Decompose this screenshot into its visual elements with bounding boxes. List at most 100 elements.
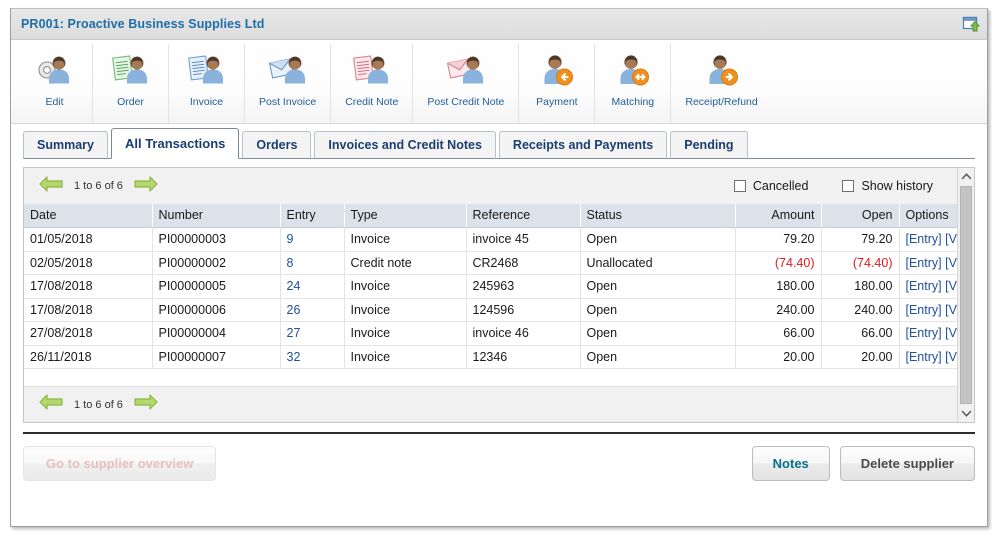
cell-reference: CR2468 [466,251,581,275]
cell-entry-link[interactable]: 27 [280,321,345,346]
go-to-supplier-overview-button[interactable]: Go to supplier overview [23,446,217,481]
page-title: PR001: Proactive Business Supplies Ltd [21,17,265,31]
arrow-right-icon[interactable] [133,393,159,416]
tab-label: All Transactions [124,136,226,151]
arrow-left-icon[interactable] [38,393,64,416]
cell-entry-link[interactable]: 9 [280,227,345,252]
toolbar-label: Post Credit Note [427,96,505,108]
vertical-scrollbar[interactable] [957,168,974,422]
scrollbar-thumb[interactable] [960,186,972,404]
toolbar-button-payment[interactable]: Payment [519,44,596,123]
table-row[interactable]: 27/08/2018 PI00000004 27 Invoice invoice… [24,321,957,346]
toolbar-button-order[interactable]: Order [93,44,169,123]
table-row[interactable]: 26/11/2018 PI00000007 32 Invoice 12346 O… [24,345,957,369]
checkbox-cancelled[interactable]: Cancelled [733,179,808,193]
table-row[interactable]: 01/05/2018 PI00000003 9 Invoice invoice … [24,227,957,252]
popout-window-icon[interactable] [961,15,980,33]
column-header-amount[interactable]: Amount [735,204,822,228]
checkbox-box[interactable] [842,180,855,192]
tab-pending[interactable]: Pending [670,131,748,159]
toolbar-button-edit[interactable]: Edit [17,44,93,123]
action-toolbar: Edit Order Invoice Post Invoice Credit N… [11,40,987,124]
table-header-row: Date Number Entry Type Reference Status … [24,204,957,228]
column-header-status[interactable]: Status [580,204,736,228]
arrow-right-icon[interactable] [133,175,159,198]
column-header-options: Options [899,204,957,228]
toolbar-button-credit-note[interactable]: Credit Note [331,44,414,123]
view-link[interactable]: [View] [945,303,957,317]
checkbox-box[interactable] [733,180,746,192]
cell-open: 240.00 [821,298,900,322]
entry-link[interactable]: [Entry] [906,303,942,317]
column-header-open[interactable]: Open [821,204,900,228]
transactions-table-wrapper: Date Number Entry Type Reference Status … [24,204,957,386]
arrow-left-icon[interactable] [38,175,64,198]
entry-link[interactable]: [Entry] [906,326,942,340]
cell-number: PI00000005 [152,274,281,299]
entry-link[interactable]: [Entry] [906,350,942,364]
cell-type: Credit note [344,251,467,275]
pagination-bar-bottom: 1 to 6 of 6 [24,386,957,422]
chevron-down-icon[interactable] [958,405,974,422]
tab-receipts-and-payments[interactable]: Receipts and Payments [498,131,668,159]
toolbar-button-post-credit-note[interactable]: Post Credit Note [413,44,520,123]
filter-checkboxes: Cancelled Show history [733,179,949,193]
tab-summary[interactable]: Summary [23,131,108,159]
toolbar-button-receipt-refund[interactable]: Receipt/Refund [671,44,771,123]
column-header-number[interactable]: Number [152,204,281,228]
cell-amount: 240.00 [735,298,822,322]
cell-entry-link[interactable]: 32 [280,345,345,369]
entry-link[interactable]: [Entry] [906,256,942,270]
entry-link[interactable]: [Entry] [906,232,942,246]
toolbar-label: Edit [45,96,64,108]
view-link[interactable]: [View] [945,326,957,340]
tab-label: Orders [256,138,298,152]
cell-open: 66.00 [821,321,900,346]
toolbar-label: Post Invoice [259,96,317,108]
cell-options: [Entry] [View] [899,298,957,322]
table-row[interactable]: 02/05/2018 PI00000002 8 Credit note CR24… [24,251,957,275]
table-row[interactable]: 17/08/2018 PI00000005 24 Invoice 245963 … [24,274,957,299]
view-link[interactable]: [View] [945,350,957,364]
notes-button[interactable]: Notes [751,446,830,481]
cell-number: PI00000002 [152,251,281,275]
view-link[interactable]: [View] [945,279,957,293]
toolbar-button-matching[interactable]: Matching [595,44,672,123]
column-header-reference[interactable]: Reference [466,204,581,228]
toolbar-button-post-invoice[interactable]: Post Invoice [245,44,332,123]
cell-options: [Entry] [View] [899,227,957,252]
column-header-entry[interactable]: Entry [280,204,345,228]
table-row[interactable]: 17/08/2018 PI00000006 26 Invoice 124596 … [24,298,957,322]
tab-all-transactions[interactable]: All Transactions [110,128,240,159]
cell-options: [Entry] [View] [899,274,957,299]
cell-entry-link[interactable]: 8 [280,251,345,275]
cell-amount: (74.40) [735,251,822,275]
toolbar-button-invoice[interactable]: Invoice [169,44,245,123]
pagination-controls-top: 1 to 6 of 6 [38,175,159,198]
delete-supplier-button[interactable]: Delete supplier [839,446,975,481]
view-link[interactable]: [View] [945,232,957,246]
cell-open: (74.40) [821,251,900,275]
cell-status: Open [580,298,736,322]
cell-date: 17/08/2018 [24,298,153,322]
tab-orders[interactable]: Orders [242,131,312,159]
cell-amount: 66.00 [735,321,822,346]
transactions-table-body: 01/05/2018 PI00000003 9 Invoice invoice … [24,227,957,369]
cell-date: 17/08/2018 [24,274,153,299]
cell-options: [Entry] [View] [899,251,957,275]
cell-open: 79.20 [821,227,900,252]
cell-entry-link[interactable]: 26 [280,298,345,322]
view-link[interactable]: [View] [945,256,957,270]
column-header-date[interactable]: Date [24,204,153,228]
checkbox-show-history[interactable]: Show history [842,179,933,193]
cell-type: Invoice [344,345,467,369]
cell-amount: 20.00 [735,345,822,369]
tab-label: Pending [684,138,734,152]
cell-status: Open [580,321,736,346]
cell-entry-link[interactable]: 24 [280,274,345,299]
column-header-type[interactable]: Type [344,204,467,228]
chevron-up-icon[interactable] [958,168,974,185]
scrollbar-track[interactable] [958,185,974,405]
entry-link[interactable]: [Entry] [906,279,942,293]
tab-invoices-and-credit-notes[interactable]: Invoices and Credit Notes [314,131,496,159]
